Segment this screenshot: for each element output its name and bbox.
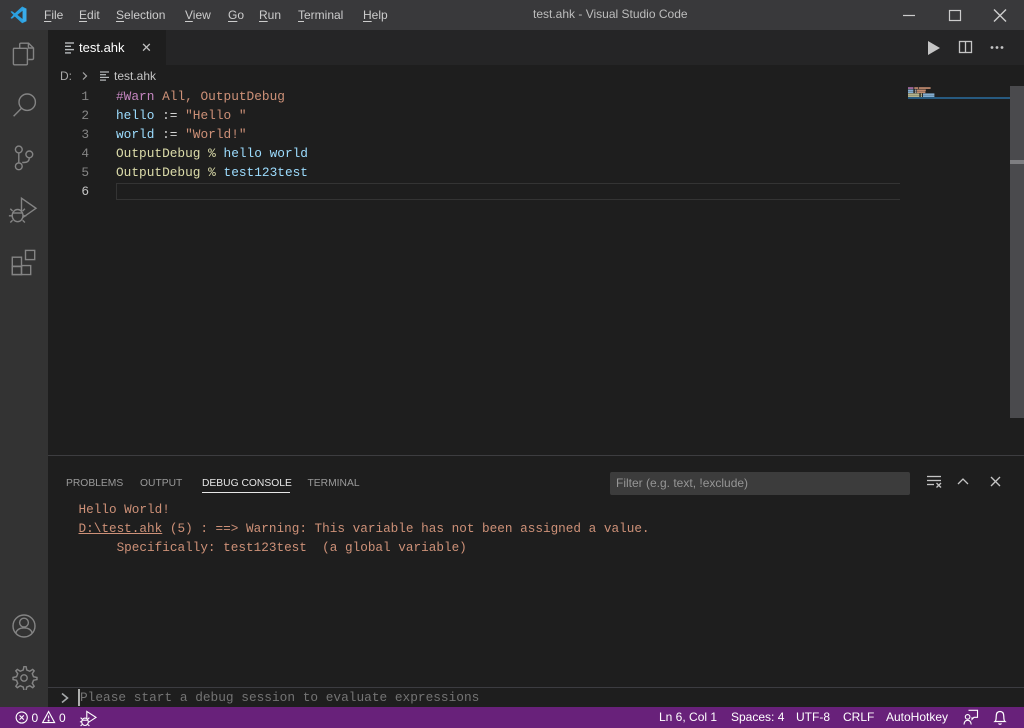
svg-text:0: 0	[59, 711, 66, 725]
svg-text:0: 0	[32, 711, 39, 725]
